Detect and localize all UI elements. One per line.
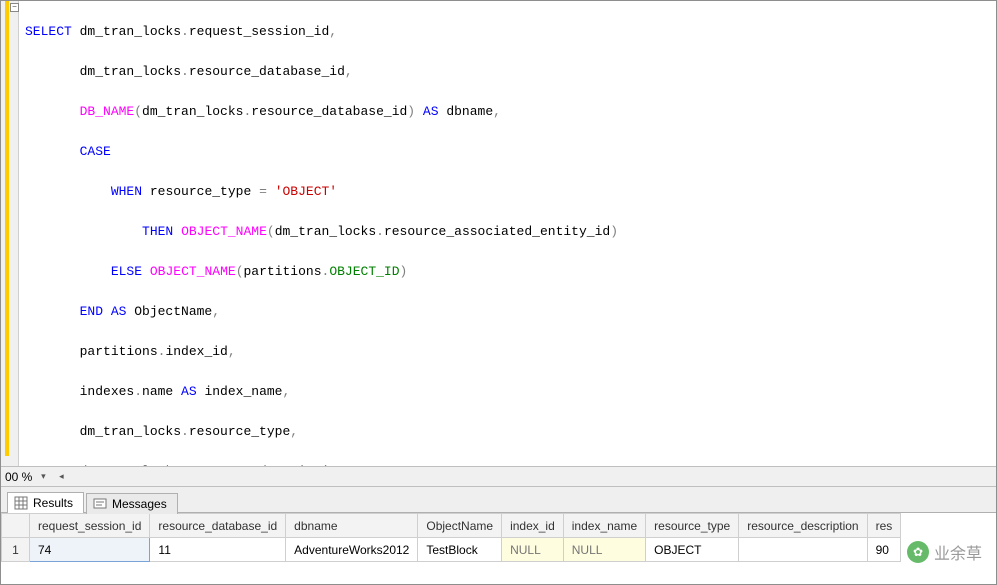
tab-messages-label: Messages xyxy=(112,497,167,511)
grid-cell[interactable]: OBJECT xyxy=(646,538,739,562)
grid-header[interactable]: request_session_id xyxy=(30,514,150,538)
grid-cell[interactable]: TestBlock xyxy=(418,538,502,562)
kw-select: SELECT xyxy=(25,24,72,39)
change-marker xyxy=(5,1,9,456)
fold-toggle-icon[interactable]: − xyxy=(10,3,19,12)
grid-header[interactable]: res xyxy=(867,514,901,538)
grid-header[interactable]: index_name xyxy=(563,514,645,538)
zoom-bar: 00 % ▾ ◂ xyxy=(1,466,996,486)
zoom-dropdown-icon[interactable]: ▾ xyxy=(36,470,50,484)
scroll-left-icon[interactable]: ◂ xyxy=(54,470,68,484)
editor-gutter: − xyxy=(1,1,19,466)
grid-cell-null[interactable]: NULL xyxy=(563,538,645,562)
results-tabs: Results Messages xyxy=(1,486,996,512)
zoom-value[interactable]: 00 % xyxy=(5,470,32,484)
tab-messages[interactable]: Messages xyxy=(86,493,178,514)
grid-header[interactable]: resource_type xyxy=(646,514,739,538)
grid-header-rownum xyxy=(2,514,30,538)
grid-cell[interactable] xyxy=(739,538,867,562)
sql-editor[interactable]: − SELECT dm_tran_locks.request_session_i… xyxy=(1,1,996,466)
grid-header[interactable]: resource_database_id xyxy=(150,514,286,538)
grid-cell[interactable]: 90 xyxy=(867,538,901,562)
grid-header[interactable]: ObjectName xyxy=(418,514,502,538)
grid-cell[interactable]: 74 xyxy=(30,538,150,562)
messages-icon xyxy=(93,497,107,511)
grid-header[interactable]: index_id xyxy=(502,514,564,538)
code-area[interactable]: SELECT dm_tran_locks.request_session_id,… xyxy=(19,1,996,466)
grid-cell[interactable]: 11 xyxy=(150,538,286,562)
results-grid[interactable]: request_session_id resource_database_id … xyxy=(1,512,996,584)
grid-cell[interactable]: AdventureWorks2012 xyxy=(286,538,418,562)
grid-cell-null[interactable]: NULL xyxy=(502,538,564,562)
grid-header-row: request_session_id resource_database_id … xyxy=(2,514,901,538)
grid-header[interactable]: resource_description xyxy=(739,514,867,538)
grid-row-number: 1 xyxy=(2,538,30,562)
tab-results[interactable]: Results xyxy=(7,492,84,513)
results-grid-icon xyxy=(14,496,28,510)
grid-row[interactable]: 1 74 11 AdventureWorks2012 TestBlock NUL… xyxy=(2,538,901,562)
tab-results-label: Results xyxy=(33,496,73,510)
grid-header[interactable]: dbname xyxy=(286,514,418,538)
